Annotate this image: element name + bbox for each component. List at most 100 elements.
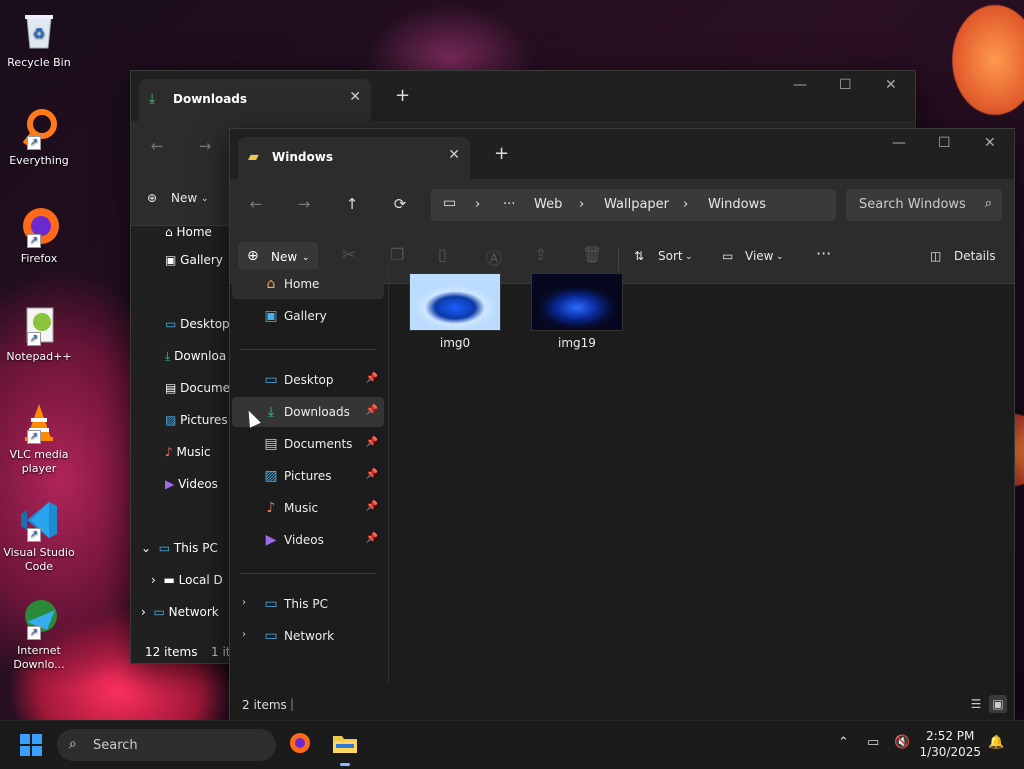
chevron-right-icon[interactable]: › [242, 629, 246, 640]
taskbar-firefox-icon[interactable] [286, 731, 314, 759]
sidebar-item-downloads[interactable]: ⤓ Downloa [165, 349, 226, 364]
address-bar[interactable]: ▭ › ··· Web › Wallpaper › Windows [431, 189, 836, 221]
notification-bell-icon[interactable]: 🔔 [988, 735, 1004, 750]
breadcrumb-windows[interactable]: Windows [708, 197, 766, 212]
desktop-icon-vlc[interactable]: ↗ VLC media player [2, 400, 76, 476]
start-windows-icon[interactable] [20, 734, 42, 756]
sidebar-item-home[interactable]: ⌂ Home [232, 269, 384, 299]
refresh-icon[interactable]: ⟳ [388, 195, 412, 213]
taskbar-search[interactable]: ⌕ Search [57, 729, 276, 761]
videos-icon: ▶ [265, 532, 277, 548]
sidebar-item-documents[interactable]: ▤ Docume [165, 381, 230, 395]
explorer-window-windows[interactable]: ▰ Windows ✕ + — ☐ ✕ ← → ↑ ⟳ ▭ › ··· Web … [229, 128, 1015, 722]
tab-windows[interactable]: ▰ Windows ✕ [238, 137, 470, 179]
details-view-icon[interactable]: ☰ [967, 695, 985, 713]
chevron-down-icon: ⌄ [201, 194, 209, 204]
sidebar-item-pictures[interactable]: ▨ Pictures [165, 413, 228, 427]
delete-icon[interactable]: 🗑 [582, 245, 602, 264]
back-arrow-icon[interactable]: ← [244, 195, 268, 213]
sidebar-item-network[interactable]: › ▭ Network [141, 605, 219, 619]
file-item[interactable]: img19 [527, 273, 627, 350]
up-arrow-icon[interactable]: ↑ [340, 195, 364, 213]
pictures-icon: ▨ [165, 413, 177, 427]
music-icon: ♪ [165, 445, 173, 459]
show-hidden-icons-chevron-icon[interactable]: ⌃ [838, 735, 849, 750]
new-tab-button[interactable]: + [494, 143, 509, 164]
new-button[interactable]: New [171, 191, 197, 205]
home-icon: ⌂ [165, 225, 173, 239]
sidebar-item-gallery[interactable]: ▣ Gallery [165, 253, 223, 267]
forward-arrow-icon[interactable]: → [193, 137, 217, 155]
tab-downloads[interactable]: ⤓ Downloads ✕ [139, 79, 371, 121]
computer-icon: ▭ [158, 541, 171, 555]
details-button[interactable]: Details [954, 249, 996, 263]
sidebar-item-documents[interactable]: ▤ Documents 📌 [232, 429, 384, 459]
taskbar-search-input[interactable]: Search [93, 738, 138, 753]
desktop-icon-everything[interactable]: ↗ Everything [2, 106, 76, 168]
new-tab-button[interactable]: + [395, 85, 410, 106]
sidebar-item-desktop[interactable]: ▭ Desktop 📌 [232, 365, 384, 395]
close-tab-icon[interactable]: ✕ [349, 89, 361, 105]
taskbar-file-explorer-icon[interactable] [331, 731, 359, 759]
breadcrumb-overflow-icon[interactable]: ··· [503, 197, 515, 212]
desktop-icon-recycle-bin[interactable]: ♻ Recycle Bin [2, 8, 76, 70]
breadcrumb-separator-icon: › [683, 197, 689, 212]
close-tab-icon[interactable]: ✕ [448, 147, 460, 163]
new-plus-icon[interactable]: ⊕ [147, 191, 157, 205]
shortcut-arrow-icon: ↗ [27, 136, 41, 150]
videos-icon: ▶ [165, 477, 175, 491]
sidebar-item-gallery[interactable]: ▣ Gallery [232, 301, 384, 331]
desktop-icon-firefox[interactable]: ↗ Firefox [2, 204, 76, 266]
download-icon: ⤓ [267, 404, 275, 420]
sort-button[interactable]: Sort [658, 249, 683, 263]
copy-icon[interactable]: ❐ [390, 245, 404, 264]
large-icons-view-icon[interactable]: ▣ [989, 695, 1007, 713]
pin-icon: 📌 [365, 405, 378, 416]
search-input[interactable]: Search Windows [859, 197, 966, 212]
breadcrumb-web[interactable]: Web [534, 197, 562, 212]
file-item[interactable]: img0 [405, 273, 505, 350]
share-icon[interactable]: ⇪ [534, 245, 547, 264]
notepadpp-icon: ↗ [17, 302, 61, 346]
view-button[interactable]: View [745, 249, 773, 263]
paste-icon[interactable]: ▯ [438, 245, 447, 264]
sidebar-item-home[interactable]: ⌂ Home [165, 225, 212, 239]
sidebar-item-this-pc[interactable]: ⌄ ▭ This PC [141, 541, 218, 555]
forward-arrow-icon[interactable]: → [292, 195, 316, 213]
close-window-button[interactable]: ✕ [885, 77, 897, 93]
sidebar-item-music[interactable]: ♪ Music 📌 [232, 493, 384, 523]
maximize-button[interactable]: ☐ [839, 77, 852, 93]
close-window-button[interactable]: ✕ [984, 135, 996, 151]
maximize-button[interactable]: ☐ [938, 135, 951, 151]
chevron-right-icon[interactable]: › [242, 597, 246, 608]
sidebar-item-music[interactable]: ♪ Music [165, 445, 211, 459]
back-arrow-icon[interactable]: ← [145, 137, 169, 155]
sidebar-item-videos[interactable]: ▶ Videos 📌 [232, 525, 384, 555]
taskbar: ⌕ Search ⌃ ▭ 🔇 2:52 PM 1/30/2025 🔔 [0, 720, 1024, 769]
pin-icon: 📌 [365, 501, 378, 512]
desktop-icon-label: Notepad++ [6, 350, 72, 363]
desktop-icon-label: Visual Studio Code [3, 546, 75, 573]
breadcrumb-wallpaper[interactable]: Wallpaper [604, 197, 669, 212]
desktop-icon-idm[interactable]: ↗ Internet Downlo... [2, 596, 76, 672]
desktop-icon-label: VLC media player [9, 448, 69, 475]
clock-date: 1/30/2025 [919, 745, 981, 759]
minimize-button[interactable]: — [793, 77, 807, 93]
music-icon: ♪ [266, 500, 276, 516]
desktop-icon-notepadpp[interactable]: ↗ Notepad++ [2, 302, 76, 364]
more-options-button[interactable]: ··· [816, 244, 831, 263]
sidebar-item-desktop[interactable]: ▭ Desktop [165, 317, 230, 331]
search-box[interactable]: Search Windows ⌕ [846, 189, 1002, 221]
network-status-icon[interactable]: ▭ [867, 735, 879, 750]
cut-icon[interactable]: ✂ [342, 245, 355, 264]
sidebar-item-network[interactable]: › ▭ Network [232, 621, 384, 651]
minimize-button[interactable]: — [892, 135, 906, 151]
sidebar-item-local-disk[interactable]: › ▬ Local D [151, 573, 223, 587]
desktop-icon-vscode[interactable]: ↗ Visual Studio Code [2, 498, 76, 574]
sidebar-item-this-pc[interactable]: › ▭ This PC [232, 589, 384, 619]
sidebar-item-pictures[interactable]: ▨ Pictures 📌 [232, 461, 384, 491]
system-clock[interactable]: 2:52 PM 1/30/2025 [919, 728, 981, 760]
status-item-count: 12 items [145, 645, 198, 659]
sidebar-item-videos[interactable]: ▶ Videos [165, 477, 218, 491]
volume-muted-icon[interactable]: 🔇 [894, 735, 910, 750]
